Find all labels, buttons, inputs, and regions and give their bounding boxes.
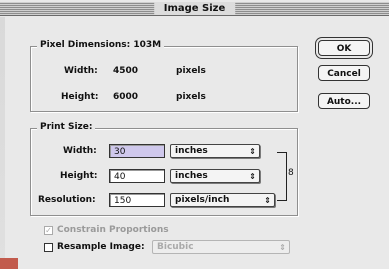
pixel-width-value: 4500	[113, 66, 139, 76]
pixel-height-label: Height:	[61, 92, 99, 102]
resample-method-value: Bicubic	[157, 242, 194, 252]
resolution-label: Resolution:	[38, 195, 96, 205]
resolution-unit-value: pixels/inch	[175, 195, 230, 205]
pixel-width-unit: pixels	[176, 66, 206, 76]
resolution-unit-select[interactable]: pixels/inch ⇕	[170, 193, 275, 207]
resample-image-label: Resample Image:	[57, 242, 145, 252]
pixel-height-value: 6000	[113, 92, 139, 102]
edge-decoration	[0, 17, 5, 269]
print-height-unit-value: inches	[175, 171, 208, 181]
resolution-input[interactable]: 150	[109, 193, 165, 207]
print-height-label: Height:	[60, 171, 98, 181]
pixel-dimensions-legend: Pixel Dimensions: 103M	[37, 40, 165, 50]
resample-method-select[interactable]: Bicubic ⇕	[152, 240, 290, 254]
print-height-input[interactable]: 40	[109, 169, 165, 183]
select-arrows-icon: ⇕	[264, 196, 271, 205]
constrain-proportions-label: Constrain Proportions	[57, 225, 169, 235]
pixel-dimensions-group: Pixel Dimensions: 103M	[30, 40, 298, 112]
pixel-height-unit: pixels	[176, 92, 206, 102]
print-size-legend: Print Size:	[37, 122, 96, 132]
select-arrows-icon: ⇕	[249, 172, 256, 181]
print-width-label: Width:	[63, 146, 97, 156]
select-arrows-icon: ⇕	[279, 243, 286, 252]
print-width-unit-value: inches	[175, 146, 208, 156]
link-bracket	[277, 152, 287, 201]
auto-button[interactable]: Auto...	[318, 93, 370, 109]
window-title: Image Size	[153, 2, 236, 15]
ok-button[interactable]: OK	[318, 40, 370, 56]
cancel-button[interactable]: Cancel	[318, 65, 370, 81]
title-bar[interactable]: Image Size	[0, 2, 389, 16]
resample-image-checkbox[interactable]	[44, 243, 53, 252]
link-icon: 8	[288, 168, 294, 178]
pixel-width-label: Width:	[64, 66, 98, 76]
print-width-input[interactable]: 30	[109, 144, 165, 158]
select-arrows-icon: ⇕	[249, 147, 256, 156]
print-width-unit-select[interactable]: inches ⇕	[170, 144, 260, 158]
constrain-proportions-checkbox[interactable]: ✓	[44, 226, 53, 235]
corner-decoration	[0, 258, 18, 269]
print-height-unit-select[interactable]: inches ⇕	[170, 169, 260, 183]
